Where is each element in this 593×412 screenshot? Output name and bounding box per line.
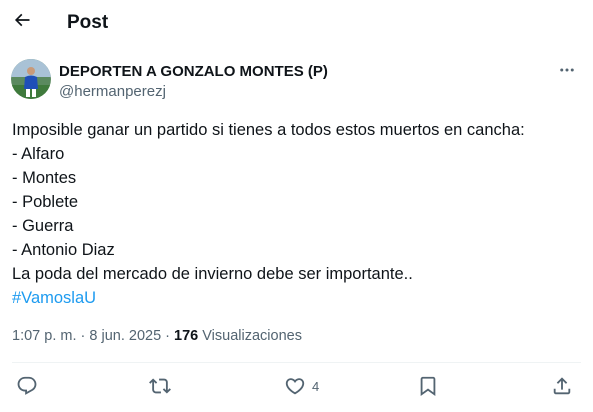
views-label: Visualizaciones	[202, 328, 302, 344]
tweet-line: - Poblete	[12, 193, 79, 211]
more-options-button[interactable]	[553, 60, 581, 84]
bookmark-button[interactable]	[417, 372, 439, 400]
heart-icon	[284, 375, 306, 397]
tweet-line: - Alfaro	[12, 145, 65, 163]
share-icon	[551, 375, 573, 397]
tweet-time[interactable]: 1:07 p. m.	[12, 328, 76, 344]
back-button[interactable]	[8, 8, 36, 36]
tweet-line: - Antonio Diaz	[12, 241, 115, 259]
like-button[interactable]: 4	[284, 372, 319, 400]
tweet-line: - Montes	[12, 169, 77, 187]
hashtag-link[interactable]: #VamoslaU	[12, 286, 582, 310]
post-header: Post	[0, 0, 593, 48]
tweet-meta: 1:07 p. m. · 8 jun. 2025 · 176 Visualiza…	[12, 326, 302, 346]
reply-icon	[16, 375, 38, 397]
retweet-icon	[149, 375, 171, 397]
arrow-left-icon	[12, 10, 32, 35]
divider	[12, 362, 581, 363]
share-button[interactable]	[551, 372, 573, 400]
tweet-date[interactable]: 8 jun. 2025	[89, 328, 161, 344]
like-count: 4	[312, 378, 320, 394]
more-horizontal-icon	[558, 61, 576, 84]
tweet-line: Imposible ganar un partido si tienes a t…	[12, 121, 525, 139]
meta-separator: ·	[161, 328, 175, 344]
views-count: 176	[174, 328, 199, 344]
meta-separator: ·	[76, 328, 90, 344]
page-title: Post	[67, 12, 109, 33]
tweet-line: - Guerra	[12, 217, 74, 235]
retweet-button[interactable]	[149, 372, 171, 400]
tweet-line: La poda del mercado de invierno debe ser…	[12, 265, 413, 283]
avatar[interactable]	[11, 59, 51, 99]
author-handle[interactable]: @hermanperezj	[59, 83, 166, 101]
reply-button[interactable]	[16, 372, 38, 400]
author-name[interactable]: DEPORTEN A GONZALO MONTES (P)	[59, 63, 328, 81]
tweet-text: Imposible ganar un partido si tienes a t…	[12, 118, 582, 310]
bookmark-icon	[417, 375, 439, 397]
